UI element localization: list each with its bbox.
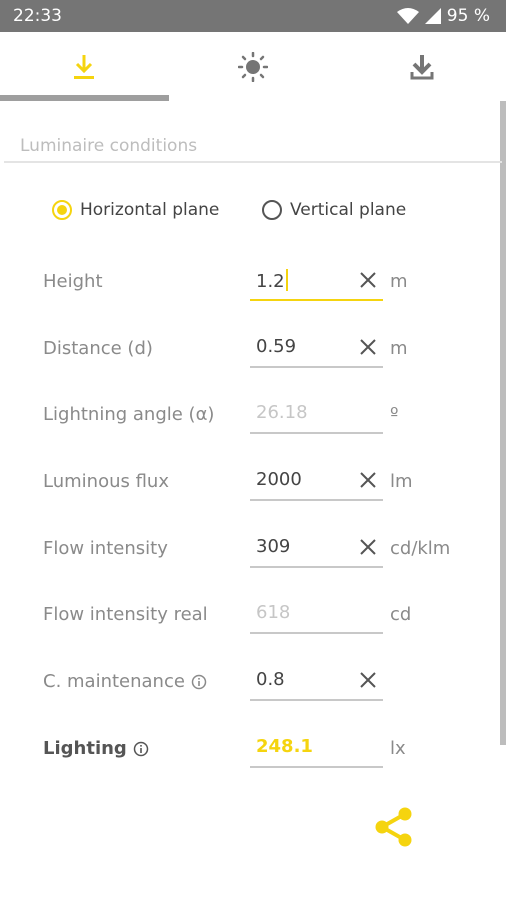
tab-light[interactable] [169, 32, 337, 102]
download-arrow-icon [74, 55, 94, 79]
radio-unselected-icon [262, 200, 282, 220]
angle-output: 26.18 [250, 396, 383, 434]
lighting-output: 248.1 [250, 730, 383, 768]
height-input[interactable]: 1.2 [250, 263, 383, 301]
share-icon[interactable] [372, 805, 416, 849]
angle-label: Lightning angle (α) [43, 404, 215, 425]
intensity-unit: cd/klm [390, 538, 451, 559]
intensity-real-unit: cd [390, 604, 412, 625]
battery-percent: 95 % [446, 6, 490, 26]
distance-value: 0.59 [256, 336, 297, 357]
lighting-value: 248.1 [256, 736, 313, 757]
info-icon[interactable] [133, 741, 149, 757]
height-label: Height [43, 271, 103, 292]
intensity-real-label: Flow intensity real [43, 604, 208, 625]
flux-row: Luminous flux 2000 lm [0, 463, 506, 503]
signal-icon [424, 8, 441, 24]
intensity-input[interactable]: 309 [250, 530, 383, 568]
tab-download[interactable] [338, 32, 506, 102]
height-unit: m [390, 271, 408, 292]
info-icon[interactable] [191, 674, 207, 690]
status-indicators: 95 % [396, 6, 490, 26]
flux-unit: lm [390, 471, 413, 492]
distance-input[interactable]: 0.59 [250, 330, 383, 368]
height-value: 1.2 [256, 269, 288, 292]
height-row: Height 1.2 m [0, 263, 506, 303]
clear-icon[interactable] [359, 671, 377, 689]
angle-row: Lightning angle (α) 26.18 º [0, 396, 506, 436]
wifi-icon [396, 8, 419, 24]
lighting-row: Lighting 248.1 lx [0, 730, 506, 770]
intensity-row: Flow intensity 309 cd/klm [0, 530, 506, 570]
distance-row: Distance (d) 0.59 m [0, 330, 506, 370]
radio-horizontal-plane[interactable]: Horizontal plane [52, 200, 219, 220]
intensity-real-value: 618 [256, 602, 291, 623]
tab-luminaire[interactable] [0, 32, 168, 102]
radio-horizontal-label: Horizontal plane [80, 200, 220, 220]
intensity-real-row: Flow intensity real 618 cd [0, 596, 506, 636]
maintenance-row: C. maintenance 0.8 [0, 663, 506, 703]
status-bar: 22:33 95 % [0, 0, 506, 32]
clear-icon[interactable] [359, 538, 377, 556]
distance-unit: m [390, 338, 408, 359]
clear-icon[interactable] [359, 271, 377, 289]
download-icon [410, 55, 434, 80]
distance-label: Distance (d) [43, 338, 153, 359]
tab-bar [0, 32, 506, 102]
intensity-value: 309 [256, 536, 291, 557]
clear-icon[interactable] [359, 471, 377, 489]
sun-icon [238, 52, 268, 82]
maintenance-label: C. maintenance [43, 671, 207, 692]
tab-indicator [0, 95, 169, 101]
intensity-real-output: 618 [250, 596, 383, 634]
radio-selected-icon [52, 200, 72, 220]
angle-value: 26.18 [256, 402, 308, 423]
radio-vertical-plane[interactable]: Vertical plane [262, 200, 406, 220]
flux-label: Luminous flux [43, 471, 169, 492]
flux-input[interactable]: 2000 [250, 463, 383, 501]
lighting-unit: lx [390, 738, 406, 759]
angle-unit: º [390, 404, 399, 425]
maintenance-value: 0.8 [256, 669, 285, 690]
maintenance-input[interactable]: 0.8 [250, 663, 383, 701]
section-divider [4, 161, 502, 163]
flux-value: 2000 [256, 469, 302, 490]
radio-vertical-label: Vertical plane [290, 200, 407, 220]
clear-icon[interactable] [359, 338, 377, 356]
intensity-label: Flow intensity [43, 538, 168, 559]
lighting-label: Lighting [43, 738, 149, 759]
section-title: Luminaire conditions [20, 136, 198, 156]
status-time: 22:33 [13, 6, 62, 26]
